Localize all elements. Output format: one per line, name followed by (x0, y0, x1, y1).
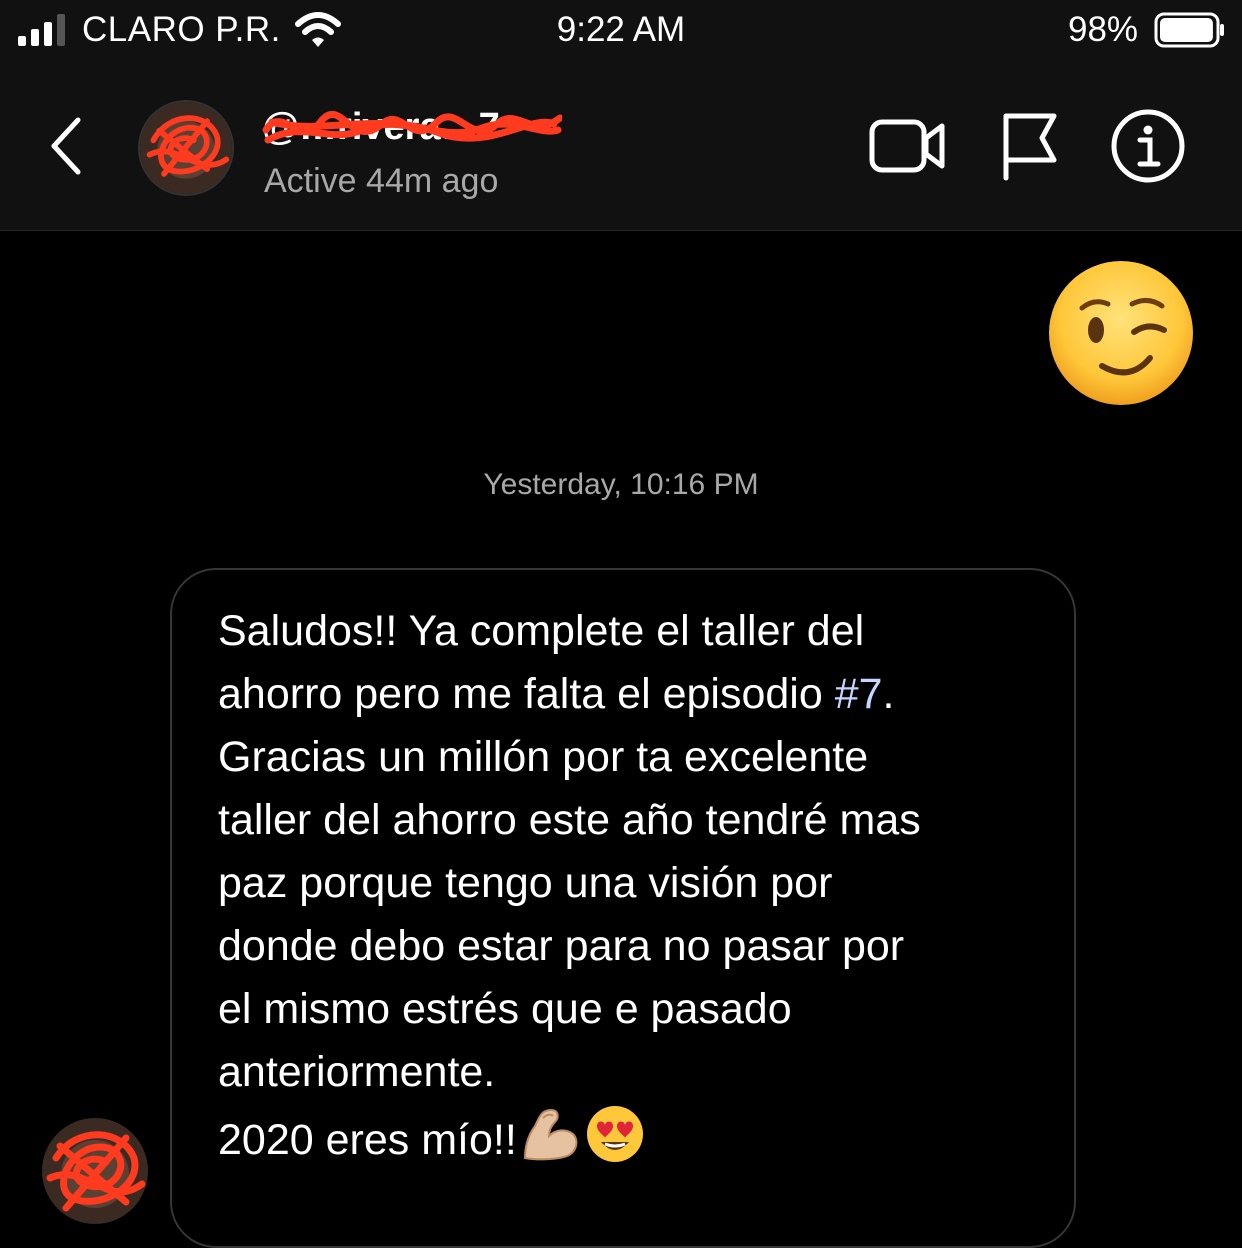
conversation-header: @…rivera…7 Active 44m ago (0, 62, 1242, 231)
message-line: Gracias un millón por ta excelente (218, 733, 869, 781)
contact-avatar[interactable] (138, 100, 234, 196)
flexed-biceps-emoji (523, 1108, 578, 1161)
message-line: 2020 eres mío!! (218, 1104, 1048, 1172)
message-line: ahorro pero me falta el episodio #7. (218, 670, 895, 718)
heart-eyes-emoji (586, 1106, 643, 1162)
status-time: 9:22 AM (556, 10, 686, 49)
battery-icon (1154, 12, 1224, 48)
hashtag-link[interactable]: #7 (835, 670, 883, 718)
message-line: donde debo estar para no pasar por (218, 922, 905, 970)
username-redaction-scribble (262, 110, 562, 144)
message-line: Saludos!! Ya complete el taller del (218, 607, 865, 655)
back-chevron-icon[interactable] (40, 114, 96, 178)
message-line: el mismo estrés que e pasado (218, 985, 792, 1033)
active-status: Active 44m ago (264, 162, 499, 200)
redacted-avatar-scribble (42, 1118, 148, 1224)
message-line: taller del ahorro este año tendré mas (218, 796, 921, 844)
message-timestamp: Yesterday, 10:16 PM (483, 468, 759, 501)
redacted-avatar-scribble (140, 102, 232, 194)
info-icon[interactable] (1110, 108, 1186, 184)
message-bubble[interactable]: Saludos!! Ya complete el taller del ahor… (170, 568, 1076, 1248)
contact-username[interactable]: @…rivera…7 (262, 100, 562, 156)
sender-avatar[interactable] (42, 1118, 148, 1224)
video-camera-icon[interactable] (868, 114, 948, 178)
flag-icon[interactable] (996, 110, 1060, 182)
message-line: paz porque tengo una visión por (218, 859, 833, 907)
message-line: anteriormente. (218, 1048, 496, 1096)
status-bar: CLARO P.R. 9:22 AM 98% (0, 0, 1242, 62)
battery-percent: 98% (1068, 10, 1139, 49)
winking-face-emoji[interactable] (1046, 258, 1196, 408)
message-text: Saludos!! Ya complete el taller del ahor… (218, 600, 1048, 1172)
